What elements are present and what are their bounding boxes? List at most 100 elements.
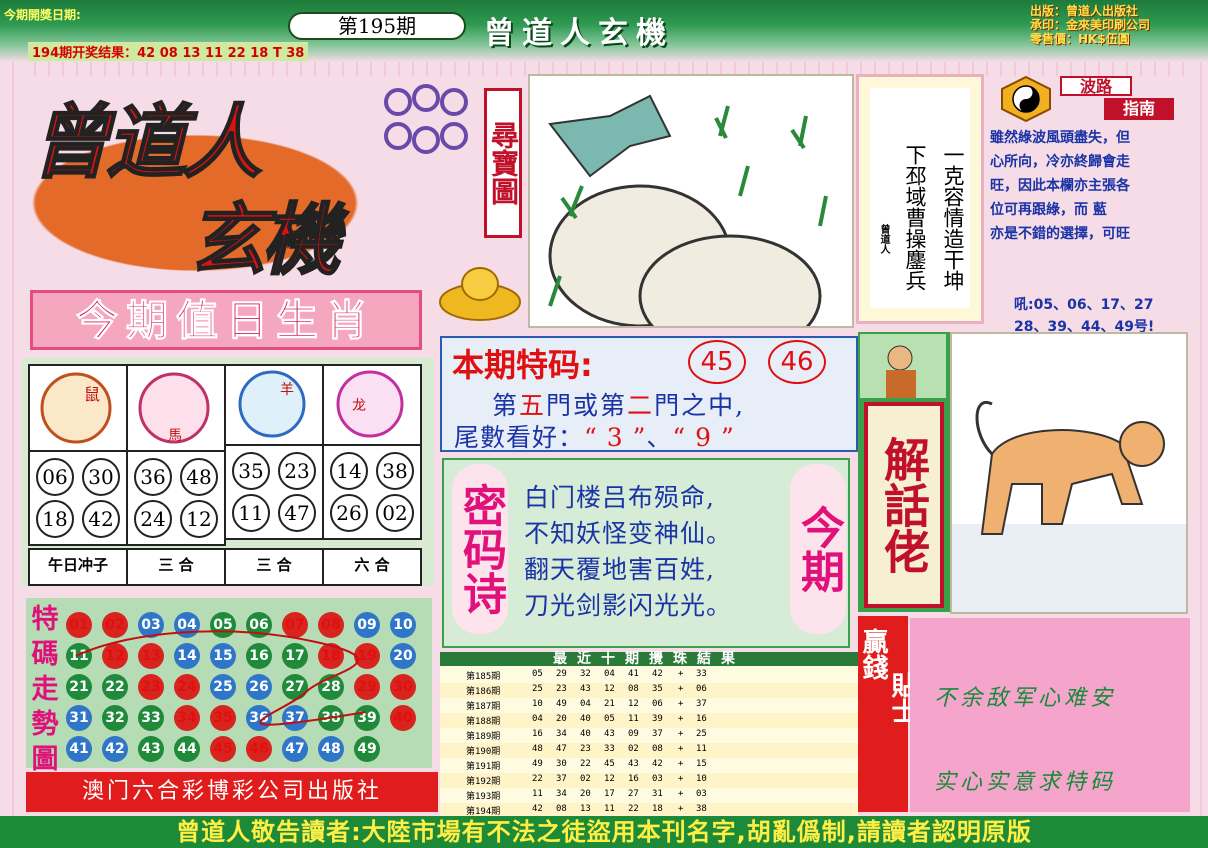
drawn-number: 05: [604, 714, 615, 724]
drawn-number: 12: [628, 699, 639, 709]
publisher-line: 出版：曾道人出版社: [1030, 4, 1139, 18]
text: 尾數看好：: [454, 423, 585, 452]
trend-number-ball: 14: [174, 643, 200, 669]
poem-line: 白门楼吕布殒命,: [524, 483, 715, 512]
trend-number-ball: 28: [318, 674, 344, 700]
drawn-number: 48: [532, 744, 543, 754]
plus-sign: +: [678, 804, 684, 814]
trend-number-ball: 12: [102, 643, 128, 669]
drawn-number: 39: [652, 714, 663, 724]
number-ball: 12: [180, 500, 218, 538]
drawn-number: 40: [580, 714, 591, 724]
trend-number-ball: 02: [102, 612, 128, 638]
masthead-title: 曾道人玄機: [484, 16, 674, 51]
trend-number-ball: 13: [138, 643, 164, 669]
recent-result-row: 第193期 11 34 20 17 27 31 +03: [440, 788, 858, 803]
trend-number-ball: 47: [282, 736, 308, 762]
publisher-bar: 澳门六合彩博彩公司出版社: [26, 772, 438, 812]
tip-poem-left: 下邳域曹操鏖兵: [903, 144, 927, 291]
drawn-number: 43: [604, 729, 615, 739]
win-tip-line: 不余敌军心难安: [934, 686, 1117, 711]
trend-number-ball: 06: [246, 612, 272, 638]
last-result: 194期开奖结果：42 08 13 11 22 18 T 38: [28, 42, 309, 61]
drawn-number: 12: [604, 684, 615, 694]
zodiac-rat-numbers: 06 30 18 42: [28, 450, 128, 546]
drawn-number: 37: [652, 729, 663, 739]
trend-number-ball: 49: [354, 736, 380, 762]
zodiac-char: 鼠: [84, 385, 100, 404]
special-number: 33: [696, 669, 707, 679]
special-number: 38: [696, 804, 707, 814]
code-poem-label: 密码诗: [452, 464, 508, 634]
text: 第: [492, 391, 520, 420]
trend-number-ball: 22: [102, 674, 128, 700]
drawn-number: 23: [556, 684, 567, 694]
trend-number-ball: 19: [354, 643, 380, 669]
number-ball: 42: [82, 500, 120, 538]
trend-number-ball: 29: [354, 674, 380, 700]
zodiac-relation-label: 午日冲子: [28, 548, 128, 586]
zodiac-horse-numbers: 36 48 24 12: [126, 450, 226, 546]
guide-text: 雖然綠波風頭盡失，但 心所向，冷亦終歸會走 旺，因此本欄亦主張各 位可再跟綠，而…: [990, 126, 1190, 246]
drawn-number: 11: [628, 714, 639, 724]
zodiac-relation-label: 三 合: [126, 548, 226, 586]
plus-sign: +: [678, 684, 684, 694]
drawn-number: 31: [652, 789, 663, 799]
rings-icon: [384, 84, 468, 154]
number-ball: 14: [330, 452, 368, 490]
recent-results-title: 最近十期攪珠結果: [440, 652, 858, 666]
drawn-number: 37: [556, 774, 567, 784]
plus-sign: +: [678, 744, 684, 754]
drawn-number: 04: [604, 669, 615, 679]
drawn-number: 08: [556, 804, 567, 814]
zodiac-goat-picture: 羊: [224, 364, 324, 448]
trend-number-ball: 38: [318, 705, 344, 731]
drawn-number: 17: [604, 789, 615, 799]
recent-result-row: 第191期 49 30 22 45 43 42 +15: [440, 758, 858, 773]
guide-numbers-line1: 吼:05、06、17、27: [1014, 297, 1154, 313]
drawn-number: 08: [628, 684, 639, 694]
drawn-number: 18: [652, 804, 663, 814]
trend-number-ball: 39: [354, 705, 380, 731]
logo-title-line1: 曾道人: [29, 95, 263, 190]
recent-result-row: 第190期 48 47 23 33 02 08 +11: [440, 743, 858, 758]
drawn-number: 12: [604, 774, 615, 784]
code-poem-text: 白门楼吕布殒命, 不知妖怪变神仙。 翻天覆地害百姓, 刀光剑影闪光光。: [524, 480, 732, 624]
number-ball: 30: [82, 458, 120, 496]
code-poem-issue-label: 今期: [790, 464, 846, 634]
tail-number: “ 3 ”: [584, 423, 647, 452]
period: 第189期: [466, 732, 501, 742]
win-tip-line: 实心实意求特码: [934, 770, 1117, 795]
drawn-number: 04: [532, 714, 543, 724]
period: 第187期: [466, 702, 501, 712]
number-ball: 36: [134, 458, 172, 496]
horse-icon: 馬: [138, 372, 210, 444]
trend-number-ball: 37: [282, 705, 308, 731]
poem-line: 不知妖怪变神仙。: [524, 519, 733, 548]
zodiac-horse-picture: 馬: [126, 364, 226, 454]
drawn-number: 22: [628, 804, 639, 814]
drawn-number: 33: [604, 744, 615, 754]
treasure-map-label: 尋寶圖: [484, 88, 522, 238]
zodiac-dragon-picture: 龙: [322, 364, 422, 448]
plus-sign: +: [678, 729, 684, 739]
publisher-info: 出版：曾道人出版社 承印：金來美印刷公司 零售價：HK$伍圓: [1030, 4, 1150, 46]
drawn-number: 43: [628, 759, 639, 769]
drawn-number: 34: [556, 789, 567, 799]
plus-sign: +: [678, 669, 684, 679]
guide-line: 雖然綠波風頭盡失，但: [990, 130, 1130, 146]
price-line: 零售價：HK$伍圓: [1030, 32, 1130, 46]
trend-number-ball: 01: [66, 612, 92, 638]
drawn-number: 30: [556, 759, 567, 769]
trend-number-ball: 48: [318, 736, 344, 762]
period: 第192期: [466, 777, 501, 787]
guide-line: 位可再跟綠，而 藍: [990, 202, 1107, 218]
trend-number-ball: 30: [390, 674, 416, 700]
drawn-number: 05: [532, 669, 543, 679]
decode-picture: [950, 332, 1188, 614]
trend-number-ball: 43: [138, 736, 164, 762]
guide-line: 心所向，冷亦終歸會走: [990, 154, 1130, 170]
special-number: 15: [696, 759, 707, 769]
trend-number-ball: 40: [390, 705, 416, 731]
trend-number-ball: 20: [390, 643, 416, 669]
